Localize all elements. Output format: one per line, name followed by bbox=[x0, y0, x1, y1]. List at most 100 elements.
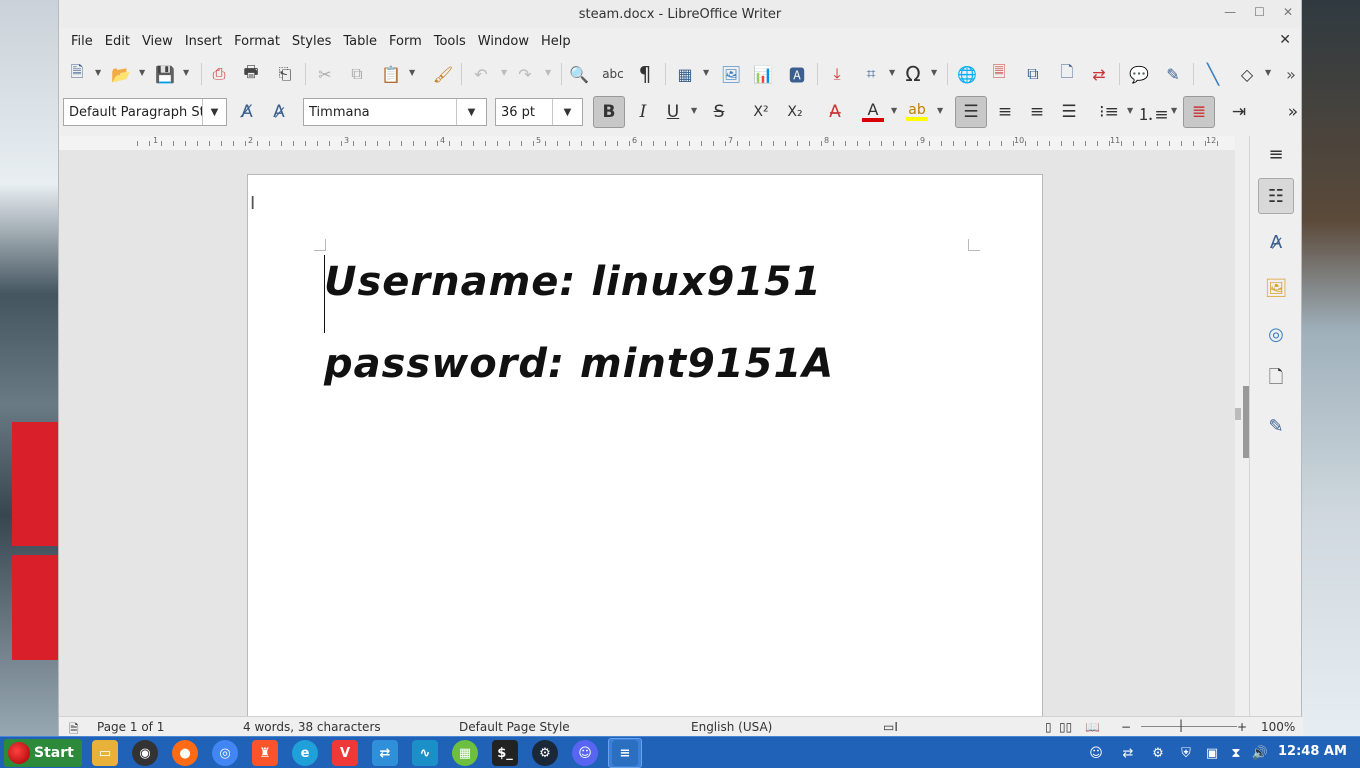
no-list-button[interactable]: ≣ bbox=[1183, 96, 1215, 128]
chevron-down-icon[interactable]: ▼ bbox=[545, 68, 551, 77]
system-monitor-icon[interactable]: ∿ bbox=[412, 740, 438, 766]
print-preview-icon[interactable]: ⎗ bbox=[273, 62, 297, 86]
formatting-marks-icon[interactable]: ¶ bbox=[633, 62, 657, 86]
new-style-icon[interactable]: A̷ bbox=[265, 98, 293, 126]
zoom-slider-thumb[interactable]: | bbox=[1179, 718, 1183, 732]
align-left-button[interactable]: ☰ bbox=[955, 96, 987, 128]
chrome-icon[interactable]: ◎ bbox=[212, 740, 238, 766]
insert-hyperlink-icon[interactable]: 🌐 bbox=[955, 62, 979, 86]
open-folder-icon[interactable]: 📂 bbox=[109, 62, 133, 86]
properties-icon[interactable]: ☷ bbox=[1258, 178, 1294, 214]
insert-line-icon[interactable]: ╲ bbox=[1201, 62, 1225, 86]
page-count[interactable]: Page 1 of 1 bbox=[97, 720, 164, 734]
menu-view[interactable]: View bbox=[136, 34, 179, 49]
menu-file[interactable]: File bbox=[65, 34, 99, 49]
window-titlebar[interactable]: steam.docx - LibreOffice Writer — ☐ ✕ bbox=[59, 0, 1301, 28]
font-size-select[interactable]: 36 pt ▼ bbox=[495, 98, 583, 126]
document-page[interactable]: I Username: linux9151 password: mint9151… bbox=[247, 174, 1043, 716]
start-button[interactable]: Start bbox=[4, 739, 82, 767]
document-text-line[interactable]: password: mint9151A bbox=[324, 341, 834, 387]
steam-tray-icon[interactable]: ⚙ bbox=[1148, 743, 1168, 763]
copy-icon[interactable]: ⧉ bbox=[345, 62, 369, 86]
desktop-icon-tile[interactable] bbox=[12, 555, 58, 660]
word-count[interactable]: 4 words, 38 characters bbox=[243, 720, 381, 734]
insert-comment-icon[interactable]: 💬 bbox=[1127, 62, 1151, 86]
menu-styles[interactable]: Styles bbox=[286, 34, 337, 49]
new-document-icon[interactable]: 🗎 bbox=[65, 62, 89, 86]
insert-bookmark-icon[interactable]: 🗋 bbox=[1055, 62, 1079, 86]
menu-window[interactable]: Window bbox=[472, 34, 535, 49]
vivaldi-icon[interactable]: V bbox=[332, 740, 358, 766]
horizontal-ruler[interactable]: 1 2 3 4 5 6 7 8 9 10 11 12 bbox=[59, 136, 1235, 150]
basic-shapes-icon[interactable]: ◇ bbox=[1235, 62, 1259, 86]
edge-dev-icon[interactable]: e bbox=[292, 740, 318, 766]
brave-icon[interactable]: ♜ bbox=[252, 740, 278, 766]
chevron-down-icon[interactable]: ▼ bbox=[1171, 106, 1177, 115]
navigator-icon[interactable]: ◎ bbox=[1258, 316, 1294, 352]
styles-icon[interactable]: A̷ bbox=[1258, 224, 1294, 260]
toolbar-overflow-icon[interactable]: » bbox=[1279, 62, 1303, 86]
find-replace-icon[interactable]: 🔍 bbox=[567, 62, 591, 86]
bullet-list-button[interactable]: ⁝≡ bbox=[1095, 98, 1123, 126]
single-page-view-icon[interactable]: ▯ bbox=[1045, 720, 1052, 734]
zoom-slider[interactable] bbox=[1141, 726, 1237, 727]
insert-image-icon[interactable]: 🖼 bbox=[719, 62, 743, 86]
menu-form[interactable]: Form bbox=[383, 34, 428, 49]
chevron-down-icon[interactable]: ▼ bbox=[1265, 68, 1271, 77]
highlight-color-button[interactable]: ab bbox=[903, 98, 931, 126]
calculator-icon[interactable]: ▦ bbox=[452, 740, 478, 766]
chevron-down-icon[interactable]: ▼ bbox=[183, 68, 189, 77]
paragraph-style-select[interactable]: Default Paragraph St ▼ bbox=[63, 98, 227, 126]
book-view-icon[interactable]: 📖 bbox=[1085, 720, 1100, 734]
menu-edit[interactable]: Edit bbox=[99, 34, 136, 49]
italic-button[interactable]: I bbox=[629, 98, 657, 126]
steam-icon[interactable]: ⚙ bbox=[532, 740, 558, 766]
insert-endnote-icon[interactable]: ⧉ bbox=[1021, 62, 1045, 86]
remote-desktop-icon[interactable]: ⇄ bbox=[372, 740, 398, 766]
page-icon[interactable]: 🗋 bbox=[1258, 362, 1294, 398]
document-canvas[interactable]: I Username: linux9151 password: mint9151… bbox=[59, 150, 1235, 716]
menu-table[interactable]: Table bbox=[337, 34, 383, 49]
remote-desktop-tray-icon[interactable]: ⇄ bbox=[1118, 743, 1138, 763]
align-center-button[interactable]: ≡ bbox=[991, 98, 1019, 126]
gallery-icon[interactable]: 🖼 bbox=[1258, 270, 1294, 306]
clipboard-tray-icon[interactable]: ▣ bbox=[1202, 743, 1222, 763]
underline-button[interactable]: U bbox=[659, 98, 687, 126]
undo-icon[interactable]: ↶ bbox=[469, 62, 493, 86]
special-character-icon[interactable]: Ω bbox=[901, 62, 925, 86]
insert-mode-icon[interactable]: ▭I bbox=[883, 720, 898, 734]
save-icon[interactable]: 💾 bbox=[153, 62, 177, 86]
discord-icon[interactable]: ☺ bbox=[572, 740, 598, 766]
toolbar-overflow-icon[interactable]: » bbox=[1279, 98, 1307, 126]
minimize-icon[interactable]: — bbox=[1224, 5, 1236, 19]
sidebar-menu-icon[interactable]: ≡ bbox=[1258, 136, 1294, 172]
insert-textbox-icon[interactable]: 🅰 bbox=[785, 62, 809, 86]
track-changes-icon[interactable]: ✎ bbox=[1161, 62, 1185, 86]
bold-button[interactable]: B bbox=[593, 96, 625, 128]
shield-icon[interactable]: ⛨ bbox=[1176, 743, 1196, 763]
menu-help[interactable]: Help bbox=[535, 34, 577, 49]
clear-formatting-icon[interactable]: A̶ bbox=[821, 98, 849, 126]
insert-chart-icon[interactable]: 📊 bbox=[751, 62, 775, 86]
libreoffice-writer-icon[interactable]: ≡ bbox=[612, 740, 638, 766]
numbered-list-button[interactable]: ⒈≡ bbox=[1137, 98, 1168, 126]
insert-cross-reference-icon[interactable]: ⇄ bbox=[1087, 62, 1111, 86]
insert-page-break-icon[interactable]: ⤓ bbox=[825, 62, 849, 86]
align-right-button[interactable]: ≡ bbox=[1023, 98, 1051, 126]
zoom-out-icon[interactable]: − bbox=[1121, 720, 1131, 734]
menu-format[interactable]: Format bbox=[228, 34, 286, 49]
chevron-down-icon[interactable]: ▼ bbox=[891, 106, 897, 115]
export-pdf-icon[interactable]: ⎙ bbox=[207, 62, 231, 86]
font-color-button[interactable]: A bbox=[859, 98, 887, 126]
justify-button[interactable]: ☰ bbox=[1055, 98, 1083, 126]
strikethrough-button[interactable]: S bbox=[705, 98, 733, 126]
firefox-icon[interactable]: ● bbox=[172, 740, 198, 766]
font-name-select[interactable]: Timmana ▼ bbox=[303, 98, 487, 126]
zoom-in-icon[interactable]: + bbox=[1237, 720, 1247, 734]
maximize-icon[interactable]: ☐ bbox=[1254, 5, 1265, 19]
spelling-icon[interactable]: abc bbox=[601, 62, 625, 86]
vertical-scrollbar[interactable] bbox=[1235, 136, 1249, 716]
desktop-icon-tile[interactable] bbox=[12, 422, 58, 546]
chevron-down-icon[interactable]: ▼ bbox=[409, 68, 415, 77]
subscript-button[interactable]: X₂ bbox=[781, 98, 809, 126]
